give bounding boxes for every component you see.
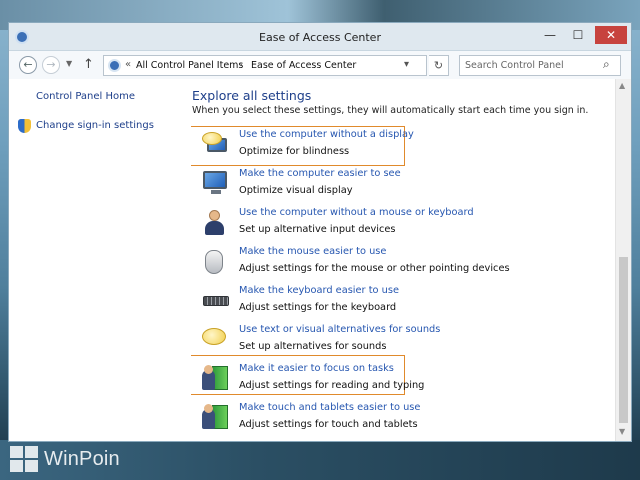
refresh-button[interactable]: ↻ xyxy=(429,55,449,76)
watermark-text: WinPoin xyxy=(44,447,120,470)
main-content: Explore all settings When you select the… xyxy=(191,79,611,441)
setting-description: Set up alternative input devices xyxy=(239,224,396,235)
setting-description: Adjust settings for touch and tablets xyxy=(239,419,418,430)
vertical-scrollbar[interactable]: ▲ ▼ xyxy=(615,79,631,441)
setting-item-no-display[interactable]: Use the computer without a display Optim… xyxy=(197,129,597,163)
control-panel-icon xyxy=(108,59,121,72)
title-bar: Ease of Access Center — ☐ ✕ xyxy=(9,23,631,51)
ease-of-access-window: Ease of Access Center — ☐ ✕ ← → ▼ ↑ « Al… xyxy=(8,22,632,442)
windows-logo-icon xyxy=(10,446,38,472)
search-input[interactable] xyxy=(465,58,595,73)
watermark: WinPoin xyxy=(10,446,120,472)
scroll-up-arrow-icon[interactable]: ▲ xyxy=(619,81,625,90)
address-bar[interactable]: « All Control Panel Items › Ease of Acce… xyxy=(103,55,427,76)
setting-link[interactable]: Make the computer easier to see xyxy=(239,168,401,179)
recent-locations-chevron-icon[interactable]: ▼ xyxy=(66,59,72,68)
speech-bubble-icon xyxy=(201,325,229,353)
shield-icon xyxy=(18,119,31,133)
setting-link[interactable]: Use the computer without a mouse or keyb… xyxy=(239,207,474,218)
setting-description: Optimize for blindness xyxy=(239,146,350,157)
navigation-bar: ← → ▼ ↑ « All Control Panel Items › Ease… xyxy=(9,51,631,79)
setting-description: Set up alternatives for sounds xyxy=(239,341,387,352)
breadcrumb-overflow-chevron-icon[interactable]: « xyxy=(125,59,131,70)
setting-item-focus[interactable]: Make it easier to focus on tasks Adjust … xyxy=(197,363,597,397)
control-panel-home-link[interactable]: Control Panel Home xyxy=(36,91,135,102)
minimize-button[interactable]: — xyxy=(537,26,563,44)
setting-item-keyboard[interactable]: Make the keyboard easier to use Adjust s… xyxy=(197,285,597,319)
page-subtext: When you select these settings, they wil… xyxy=(192,105,589,116)
breadcrumb-separator-icon[interactable]: › xyxy=(239,60,243,70)
forward-button[interactable]: → xyxy=(42,56,60,74)
setting-link[interactable]: Use the computer without a display xyxy=(239,129,414,140)
breadcrumb-ease-of-access-center[interactable]: Ease of Access Center xyxy=(251,60,356,71)
setting-item-easier-to-see[interactable]: Make the computer easier to see Optimize… xyxy=(197,168,597,202)
address-dropdown-chevron-icon[interactable]: ▾ xyxy=(404,59,409,70)
search-icon[interactable]: ⌕ xyxy=(603,57,610,72)
mouse-icon xyxy=(201,247,229,275)
tablet-icon xyxy=(201,403,229,431)
setting-item-sounds[interactable]: Use text or visual alternatives for soun… xyxy=(197,324,597,358)
focus-icon xyxy=(201,364,229,392)
setting-link[interactable]: Make the mouse easier to use xyxy=(239,246,386,257)
up-button[interactable]: ↑ xyxy=(83,57,94,72)
speech-monitor-icon xyxy=(201,130,229,158)
setting-link[interactable]: Make it easier to focus on tasks xyxy=(239,363,394,374)
close-button[interactable]: ✕ xyxy=(595,26,627,44)
breadcrumb-all-control-panel-items[interactable]: All Control Panel Items xyxy=(136,60,243,71)
left-pane: Control Panel Home Change sign-in settin… xyxy=(9,79,179,441)
search-box[interactable]: ⌕ xyxy=(459,55,621,76)
maximize-button[interactable]: ☐ xyxy=(565,26,591,44)
page-heading: Explore all settings xyxy=(192,88,312,103)
scroll-down-arrow-icon[interactable]: ▼ xyxy=(619,427,625,436)
change-sign-in-settings-link[interactable]: Change sign-in settings xyxy=(36,120,154,131)
keyboard-icon xyxy=(201,286,229,314)
setting-link[interactable]: Make the keyboard easier to use xyxy=(239,285,399,296)
setting-item-touch[interactable]: Make touch and tablets easier to use Adj… xyxy=(197,402,597,436)
setting-description: Adjust settings for the keyboard xyxy=(239,302,397,313)
person-icon xyxy=(201,208,229,236)
setting-link[interactable]: Use text or visual alternatives for soun… xyxy=(239,324,440,335)
setting-description: Optimize visual display xyxy=(239,185,353,196)
monitor-icon xyxy=(201,169,229,197)
setting-item-no-mouse-keyboard[interactable]: Use the computer without a mouse or keyb… xyxy=(197,207,597,241)
back-button[interactable]: ← xyxy=(19,56,37,74)
setting-description: Adjust settings for the mouse or other p… xyxy=(239,263,510,274)
setting-item-mouse[interactable]: Make the mouse easier to use Adjust sett… xyxy=(197,246,597,280)
scroll-thumb[interactable] xyxy=(619,257,628,423)
setting-link[interactable]: Make touch and tablets easier to use xyxy=(239,402,420,413)
setting-description: Adjust settings for reading and typing xyxy=(239,380,425,391)
